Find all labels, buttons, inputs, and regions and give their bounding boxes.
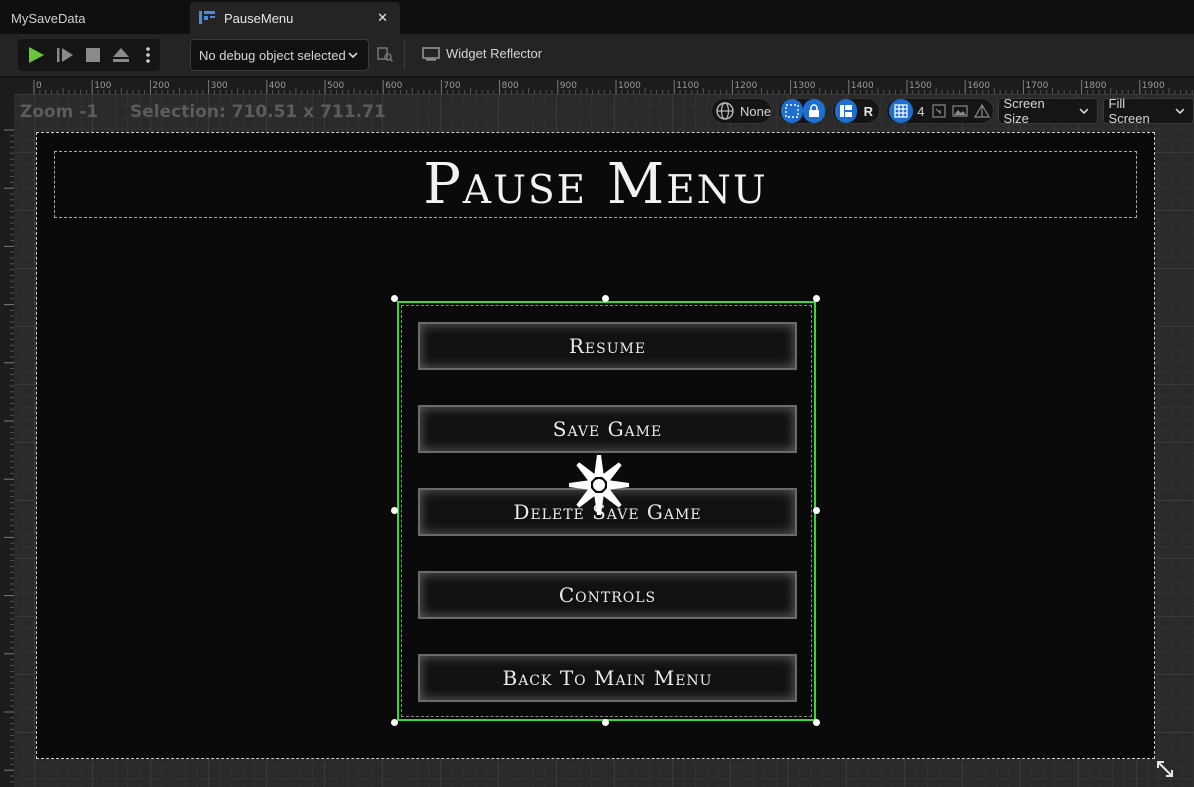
zoom-level: Zoom -1 xyxy=(20,102,99,122)
resize-handle-bottom[interactable] xyxy=(602,719,609,726)
controls-button[interactable]: Controls xyxy=(418,571,797,619)
globe-icon xyxy=(716,102,734,120)
ruler-tick-label: 100 xyxy=(94,81,111,91)
widget-reflector-button[interactable]: Widget Reflector xyxy=(422,46,542,61)
preview-locale-button[interactable]: None xyxy=(711,98,773,124)
ruler-tick-label: 1200 xyxy=(734,81,757,91)
selection-size: Selection: 710.51 x 711.71 xyxy=(130,102,386,122)
play-controls xyxy=(18,39,160,71)
ruler-tick-label: 1700 xyxy=(1025,81,1048,91)
chevron-down-icon xyxy=(1079,108,1089,115)
back-to-main-menu-button[interactable]: Back To Main Menu xyxy=(418,654,797,702)
ruler-tick-label: 1600 xyxy=(967,81,990,91)
title-text-block[interactable]: Pause Menu xyxy=(54,151,1137,218)
toolbar-divider xyxy=(404,40,405,70)
resume-button[interactable]: Resume xyxy=(418,322,797,370)
ruler-ticks: 0 100 200 300 400 500 600 700 800 900 1000 1100 1200… xyxy=(33,80,1193,94)
tab-mysavedata[interactable]: MySaveData xyxy=(0,2,188,34)
play-icon[interactable] xyxy=(26,45,46,65)
ruler-tick-label: 0 xyxy=(36,81,42,91)
save-game-button[interactable]: Save Game xyxy=(418,405,797,453)
safe-zone-icon[interactable] xyxy=(929,99,949,123)
widget-blueprint-icon xyxy=(199,11,215,24)
ruler-tick-label: 1400 xyxy=(851,81,874,91)
ruler-tick-label: 1800 xyxy=(1084,81,1107,91)
ruler-horizontal[interactable]: 0 100 200 300 400 500 600 700 800 900 1000 1100 1200… xyxy=(0,78,1194,94)
close-tab-icon[interactable]: ✕ xyxy=(377,10,388,26)
selection-lock-group xyxy=(778,98,827,124)
viewport-toolbar: None R 4 Screen Size Fill Screen xyxy=(711,96,1194,126)
widget-preview-screen[interactable]: Pause Menu Resume Save Game Delete Save … xyxy=(36,132,1155,759)
ruler-vertical[interactable] xyxy=(0,94,14,787)
more-options-icon[interactable] xyxy=(139,45,157,65)
ruler-tick-label: 900 xyxy=(560,81,577,91)
resize-handle-left[interactable] xyxy=(391,507,398,514)
screen-size-dropdown[interactable]: Screen Size xyxy=(997,96,1098,126)
chevron-down-icon xyxy=(1175,108,1185,115)
resize-handle-top-right[interactable] xyxy=(813,295,820,302)
loading-spinner-icon xyxy=(569,455,629,515)
resize-handle-top-left[interactable] xyxy=(391,295,398,302)
widget-reflector-label: Widget Reflector xyxy=(446,46,543,61)
ruler-tick-label: 300 xyxy=(211,81,228,91)
lock-icon[interactable] xyxy=(803,99,826,123)
ruler-tick-label: 400 xyxy=(269,81,286,91)
fill-screen-label: Fill Screen xyxy=(1108,96,1150,126)
ruler-tick-label: 1000 xyxy=(618,81,641,91)
widget-reflector-icon xyxy=(422,47,440,61)
resize-handle-top[interactable] xyxy=(602,295,609,302)
ruler-tick-label: 500 xyxy=(327,81,344,91)
designer-canvas[interactable]: Zoom -1 Selection: 710.51 x 711.71 None … xyxy=(14,94,1194,787)
image-preview-icon[interactable] xyxy=(949,99,971,123)
fill-screen-dropdown[interactable]: Fill Screen xyxy=(1102,96,1194,126)
ruler-tick-label: 1900 xyxy=(1142,81,1165,91)
ruler-tick-label: 600 xyxy=(385,81,402,91)
ruler-tick-label: 1500 xyxy=(909,81,932,91)
step-icon[interactable] xyxy=(55,45,75,65)
color-vision-icon[interactable] xyxy=(971,99,993,123)
ruler-tick-label: 1100 xyxy=(676,81,699,91)
debug-object-select[interactable]: No debug object selected xyxy=(190,39,369,71)
tab-label: MySaveData xyxy=(11,10,86,26)
locale-label: None xyxy=(740,103,772,119)
eject-icon[interactable] xyxy=(111,45,131,65)
marquee-select-icon[interactable] xyxy=(781,99,804,123)
resize-preview-icon[interactable] xyxy=(1155,759,1175,779)
ruler-vertical-ticks xyxy=(4,129,14,783)
resize-handle-bottom-left[interactable] xyxy=(391,719,398,726)
chevron-down-icon xyxy=(348,52,358,59)
debug-select-value: No debug object selected xyxy=(199,48,346,63)
grid-snap-group: 4 xyxy=(886,98,994,124)
ruler-tick-label: 700 xyxy=(443,81,460,91)
resize-handle-right[interactable] xyxy=(813,507,820,514)
respect-locks-group: R xyxy=(832,98,881,124)
tab-label: PauseMenu xyxy=(224,10,294,26)
ruler-tick-label: 200 xyxy=(152,81,169,91)
find-in-world-icon[interactable] xyxy=(377,46,393,62)
page-title: Pause Menu xyxy=(423,152,768,217)
layout-icon[interactable] xyxy=(835,99,858,123)
respect-locks-button[interactable]: R xyxy=(857,99,879,123)
tab-pausemenu[interactable]: PauseMenu ✕ xyxy=(190,2,400,34)
resize-handle-bottom-right[interactable] xyxy=(813,719,820,726)
screen-size-label: Screen Size xyxy=(1003,96,1045,126)
tab-bar: MySaveData PauseMenu ✕ xyxy=(0,0,1194,34)
grid-snap-icon[interactable] xyxy=(889,99,914,123)
stop-icon[interactable] xyxy=(83,45,103,65)
toolbar: No debug object selected Widget Reflecto… xyxy=(0,34,1194,76)
ruler-tick-label: 1300 xyxy=(793,81,816,91)
grid-snap-value[interactable]: 4 xyxy=(917,104,924,119)
ruler-tick-label: 800 xyxy=(502,81,519,91)
